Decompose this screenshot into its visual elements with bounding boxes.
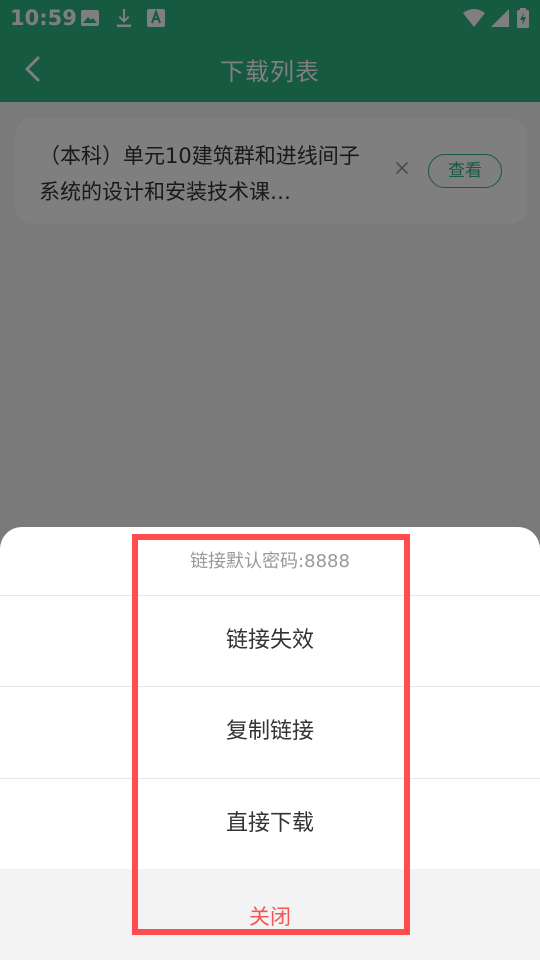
highlight-box bbox=[132, 534, 410, 935]
